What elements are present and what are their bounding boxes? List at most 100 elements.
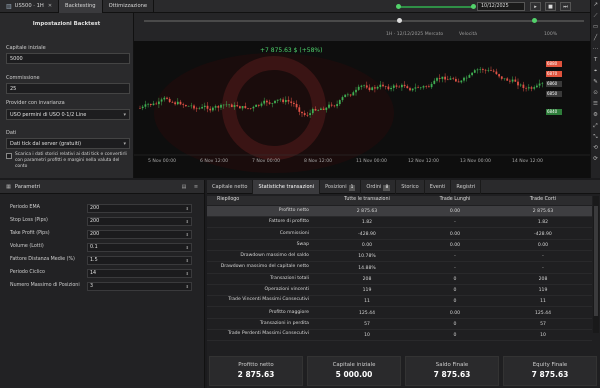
- data-source-select[interactable]: Dati tick dal server (gratuiti) ▾: [6, 138, 130, 149]
- provider-select[interactable]: USO permini di USO 0·1/2 Line ▾: [6, 109, 130, 120]
- table-row[interactable]: Transazioni totali 208 0 208: [207, 274, 592, 285]
- stop-button[interactable]: ■: [545, 2, 556, 11]
- tool-icon-6[interactable]: ⌖: [591, 66, 600, 77]
- candle-body: [244, 106, 247, 109]
- tab-results-1[interactable]: Statistiche transazioni: [253, 179, 321, 194]
- candle-body: [139, 108, 141, 109]
- candle-body: [268, 102, 271, 104]
- save-icon[interactable]: ▤: [180, 183, 188, 191]
- table-row[interactable]: Trade Vincenti Massimi Consecutivi 11 0 11: [207, 296, 592, 308]
- commission-input[interactable]: 25: [6, 83, 130, 94]
- candle-body: [390, 87, 392, 90]
- candle-body: [490, 70, 492, 71]
- tab-ottimizzazione[interactable]: Ottimizzazione: [103, 0, 155, 13]
- tool-icon-4[interactable]: ⋯: [591, 44, 600, 55]
- capital-input[interactable]: 5000: [6, 53, 130, 64]
- convert-checkbox[interactable]: [6, 153, 12, 159]
- summary-title: Equity Finale: [532, 362, 568, 368]
- tool-icon-9[interactable]: ☰: [591, 99, 600, 110]
- tool-icon-3[interactable]: ╱: [591, 33, 600, 44]
- spinner-icon[interactable]: ⬍: [186, 218, 189, 226]
- table-row[interactable]: Profitto netto 2 875.63 0.00 2 875.63: [207, 206, 592, 217]
- capital-label: Capitale iniziale: [6, 45, 46, 51]
- range-end-handle[interactable]: [471, 4, 476, 9]
- parameter-input[interactable]: 200 ⬍: [87, 230, 192, 239]
- count-badge: 1: [348, 184, 356, 191]
- scroll-thumb[interactable]: [594, 206, 598, 316]
- date-field[interactable]: 10/12/2025: [477, 2, 525, 11]
- tool-icon-8[interactable]: ⊙: [591, 88, 600, 99]
- table-row[interactable]: Operazioni vincenti 119 0 119: [207, 285, 592, 297]
- cell-long: 0: [453, 333, 457, 339]
- tab-us500[interactable]: ▥ US500 · 1H ✕: [0, 0, 60, 13]
- candle-body: [317, 110, 320, 111]
- playback-handle[interactable]: [397, 18, 402, 23]
- candle-body: [352, 92, 355, 96]
- table-row[interactable]: Commissioni -428.90 0.00 -428.90: [207, 229, 592, 240]
- tool-icon-0[interactable]: ↗: [591, 0, 600, 11]
- range-start-handle[interactable]: [396, 4, 401, 9]
- tool-icon-14[interactable]: ⟳: [591, 154, 600, 165]
- parameter-input[interactable]: 3 ⬍: [87, 282, 192, 291]
- spinner-icon[interactable]: ⬍: [186, 283, 189, 291]
- candle-body: [409, 88, 411, 91]
- menu-icon[interactable]: ≡: [192, 183, 200, 191]
- tool-icon-12[interactable]: ⤡: [591, 132, 600, 143]
- tool-icon-11[interactable]: ⤢: [591, 121, 600, 132]
- parameter-input[interactable]: 0.1 ⬍: [87, 243, 192, 252]
- tool-icon-1[interactable]: ⟋: [591, 11, 600, 22]
- candle-body: [476, 69, 479, 71]
- x-axis-label: 6 Nov 12:00: [200, 159, 229, 164]
- table-row[interactable]: Drawdown massimo del capitale netto 14.88…: [207, 263, 592, 274]
- date-range-slider[interactable]: [398, 6, 474, 8]
- table-row[interactable]: Transazioni in perdita 57 0 57: [207, 319, 592, 330]
- tab-results-2[interactable]: Posizioni 1: [320, 179, 362, 194]
- tool-icon-2[interactable]: ▭: [591, 22, 600, 33]
- row-label: Operazioni vincenti: [264, 287, 309, 293]
- spinner-icon[interactable]: ⬍: [186, 244, 189, 252]
- price-chart[interactable]: 1H · 12/12/2025 Mercato Velocità 100% +7…: [134, 13, 590, 178]
- spinner-icon[interactable]: ⬍: [186, 270, 189, 278]
- parameter-input[interactable]: 200 ⬍: [87, 204, 192, 213]
- candle-body: [487, 70, 490, 71]
- step-forward-button[interactable]: ⏭: [560, 2, 571, 11]
- tab-results-4[interactable]: Storico: [396, 179, 425, 194]
- table-row[interactable]: Trade Perdenti Massimi Consecutivi 10 0 10: [207, 330, 592, 342]
- cell-short: -: [542, 254, 544, 260]
- table-row[interactable]: Drawdown massimo del saldo 10.78% - -: [207, 251, 592, 263]
- parameter-input[interactable]: 14 ⬍: [87, 269, 192, 278]
- table-scrollbar[interactable]: [593, 196, 599, 333]
- tab-results-3[interactable]: Ordini 8: [361, 179, 397, 194]
- close-icon[interactable]: ✕: [48, 3, 52, 9]
- spinner-icon[interactable]: ⬍: [186, 257, 189, 265]
- tab-results-5[interactable]: Eventi: [425, 179, 452, 194]
- candle-body: [225, 104, 228, 106]
- tool-icon-7[interactable]: ✎: [591, 77, 600, 88]
- spinner-icon[interactable]: ⬍: [186, 231, 189, 239]
- playback-end-handle[interactable]: [532, 18, 537, 23]
- candle-body: [417, 87, 419, 89]
- parameter-input[interactable]: 200 ⬍: [87, 217, 192, 226]
- tool-icon-10[interactable]: ⚙: [591, 110, 600, 121]
- parameter-input[interactable]: 1.5 ⬍: [87, 256, 192, 265]
- tab-label: Storico: [401, 183, 419, 190]
- table-row[interactable]: Profitto maggiore 125.44 0.00 125.44: [207, 308, 592, 319]
- candle-body: [182, 104, 185, 106]
- tab-results-0[interactable]: Capitale netto: [207, 179, 254, 194]
- candle-body: [536, 85, 538, 88]
- table-row[interactable]: Fattore di profitto 1.82 - 1.82: [207, 217, 592, 229]
- tab-backtesting[interactable]: Backtesting: [59, 0, 103, 13]
- tab-results-6[interactable]: Registri: [451, 179, 482, 194]
- table-row[interactable]: Swap 0.00 0.00 0.00: [207, 240, 592, 251]
- cell-long: -: [454, 254, 456, 260]
- spinner-icon[interactable]: ⬍: [186, 205, 189, 213]
- candle-body: [376, 86, 379, 89]
- parameter-value: 1.5: [90, 258, 98, 263]
- price-tag: 6880: [546, 61, 562, 67]
- playback-progress[interactable]: [144, 20, 584, 22]
- play-button[interactable]: ▸: [530, 2, 541, 11]
- tool-icon-5[interactable]: T: [591, 55, 600, 66]
- col-summary: Riepilogo: [217, 197, 240, 202]
- cell-short: 208: [538, 276, 548, 282]
- tool-icon-13[interactable]: ⟲: [591, 143, 600, 154]
